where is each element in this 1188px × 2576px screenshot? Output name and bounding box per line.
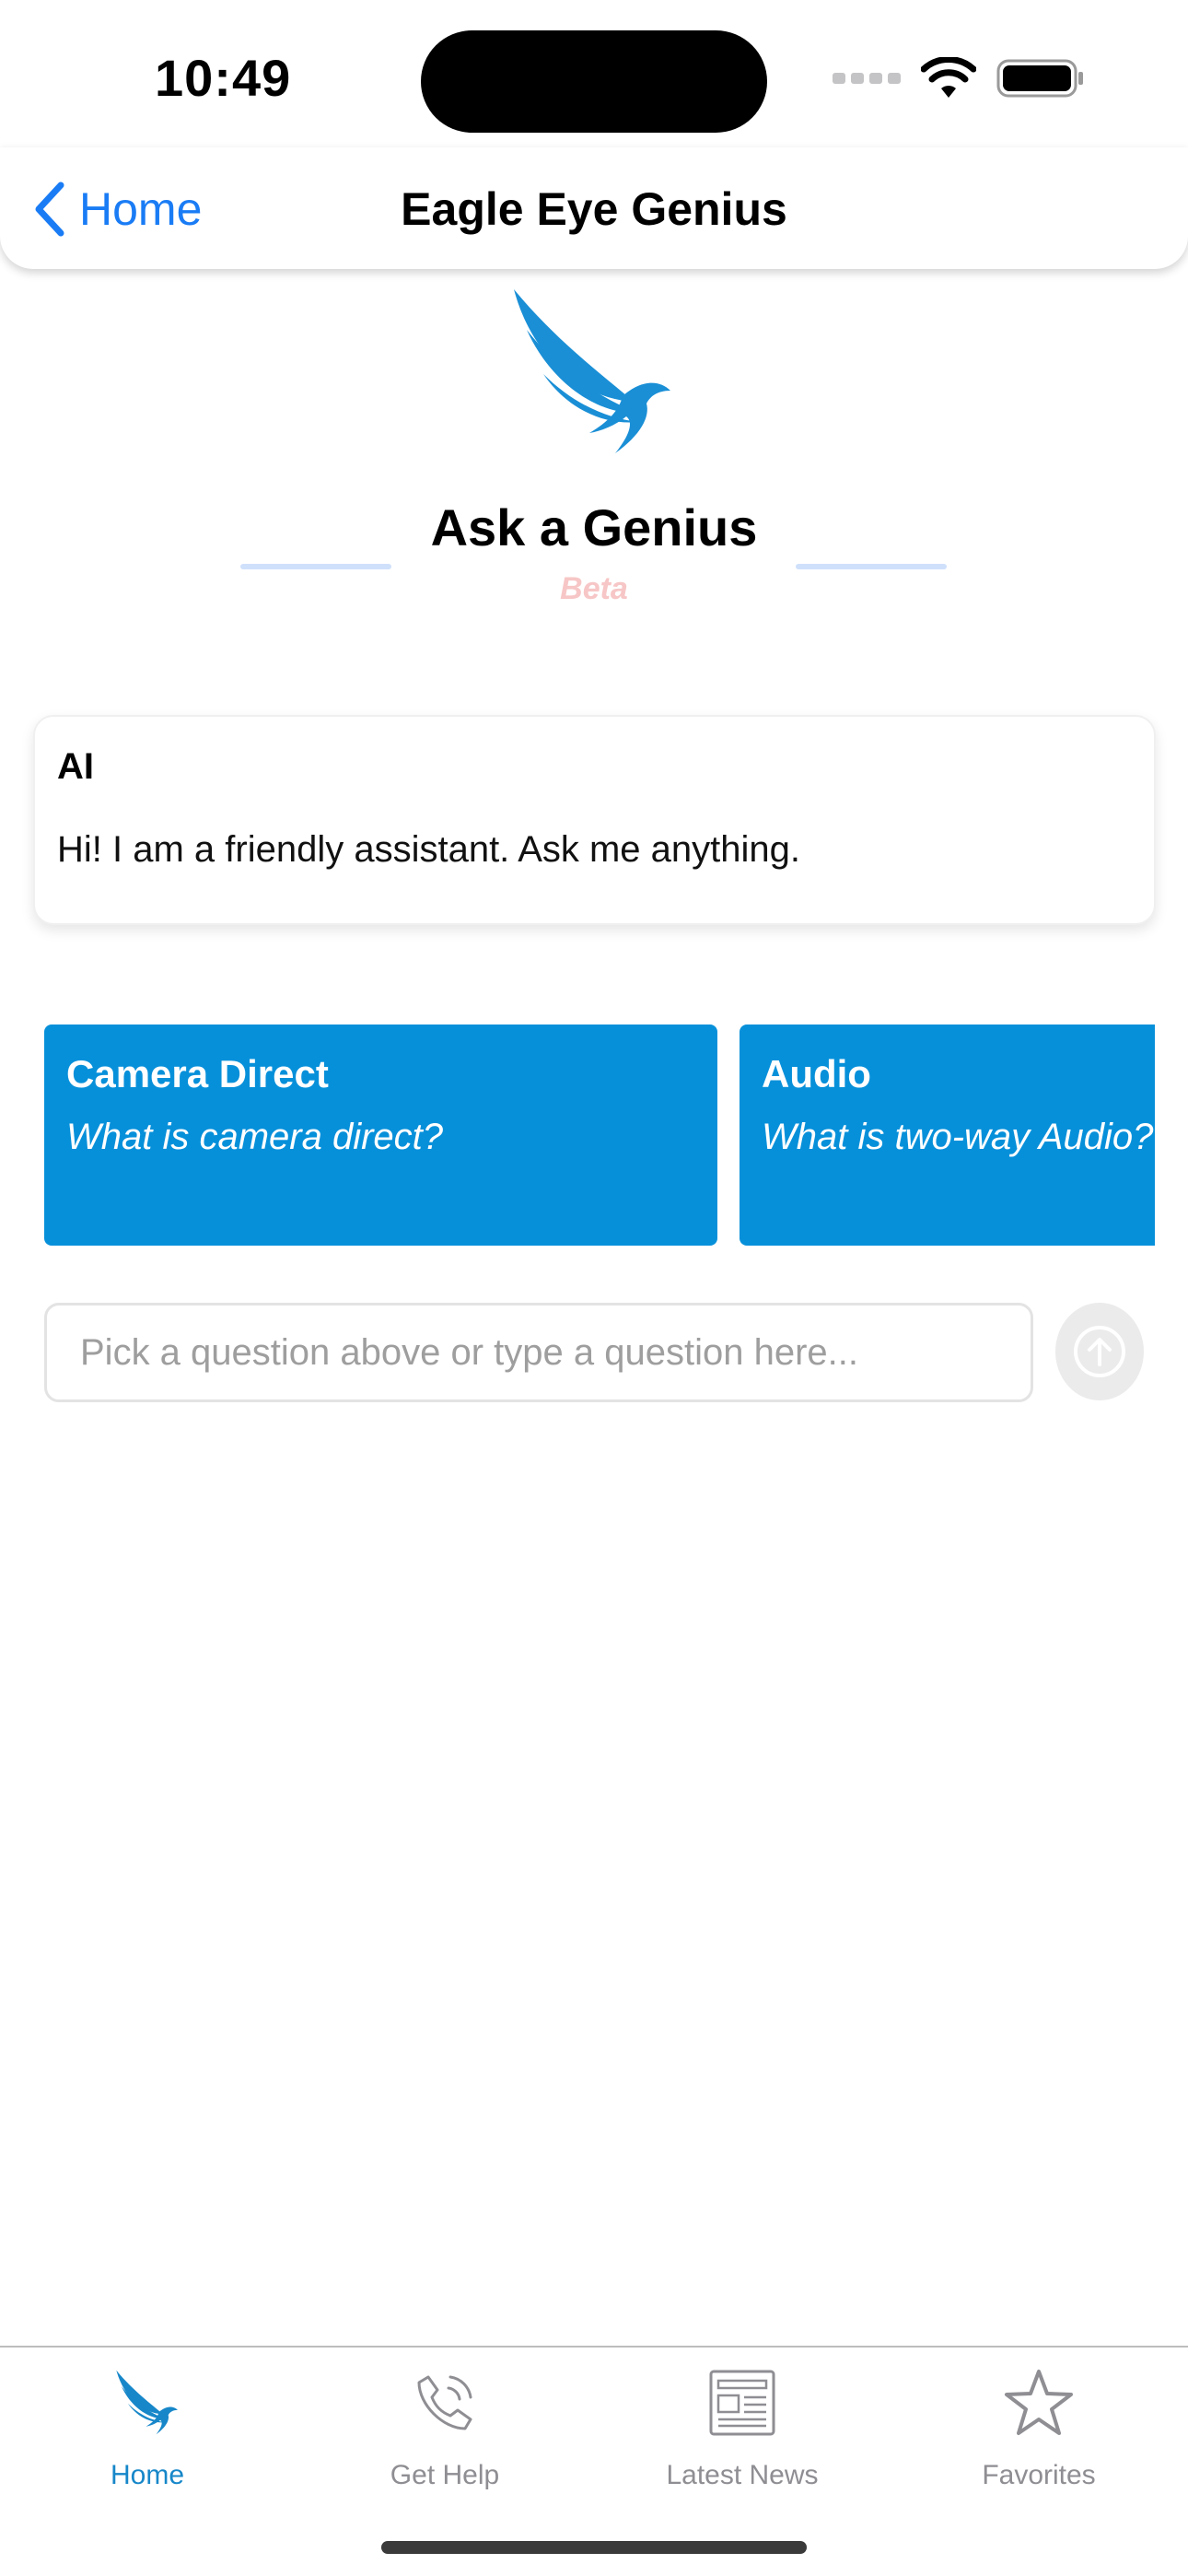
- star-icon: [1002, 2366, 1076, 2440]
- eagle-logo-icon: [514, 289, 670, 453]
- suggestion-card-audio[interactable]: Audio What is two-way Audio?: [740, 1025, 1155, 1246]
- tab-latest-news[interactable]: Latest News: [595, 2366, 890, 2504]
- cellular-signal-icon: [833, 73, 901, 84]
- tab-label: Favorites: [982, 2460, 1096, 2490]
- suggested-questions-carousel[interactable]: Camera Direct What is camera direct? Aud…: [44, 1025, 1155, 1246]
- tab-home[interactable]: Home: [0, 2366, 295, 2504]
- status-icons: [833, 55, 1085, 101]
- newspaper-icon: [705, 2366, 779, 2440]
- suggestion-question: What is two-way Audio?: [762, 1117, 1154, 1157]
- tab-label: Get Help: [390, 2460, 500, 2490]
- title-divider-left: [240, 564, 391, 569]
- message-sender: AI: [57, 746, 94, 787]
- tab-label: Latest News: [666, 2460, 819, 2490]
- eagle-logo-icon: [111, 2366, 184, 2440]
- question-input[interactable]: [44, 1303, 1033, 1402]
- arrow-up-circle-icon: [1074, 1326, 1125, 1377]
- hero-title: Ask a Genius: [430, 498, 758, 556]
- phone-icon: [408, 2366, 482, 2440]
- beta-badge: Beta: [560, 571, 628, 606]
- suggestion-question: What is camera direct?: [66, 1117, 444, 1157]
- page-title: Eagle Eye Genius: [401, 183, 787, 235]
- send-button[interactable]: [1055, 1303, 1144, 1400]
- battery-icon: [996, 59, 1083, 98]
- suggestion-card-camera-direct[interactable]: Camera Direct What is camera direct?: [44, 1025, 717, 1246]
- status-bar: 10:49: [0, 0, 1188, 147]
- tab-get-help[interactable]: Get Help: [297, 2366, 592, 2504]
- message-text: Hi! I am a friendly assistant. Ask me an…: [57, 829, 801, 870]
- navigation-bar: Home Eagle Eye Genius: [0, 147, 1188, 269]
- title-divider-right: [796, 564, 947, 569]
- chat-message: AI Hi! I am a friendly assistant. Ask me…: [33, 715, 1156, 925]
- suggestion-title: Camera Direct: [66, 1052, 329, 1095]
- wifi-icon: [921, 57, 976, 98]
- suggestion-title: Audio: [762, 1052, 871, 1095]
- status-time: 10:49: [155, 49, 292, 107]
- tab-favorites[interactable]: Favorites: [891, 2366, 1186, 2504]
- dynamic-island: [421, 30, 767, 133]
- home-indicator[interactable]: [381, 2541, 807, 2554]
- hero-title-row: Ask a Genius: [0, 498, 1188, 569]
- tab-label: Home: [110, 2460, 185, 2490]
